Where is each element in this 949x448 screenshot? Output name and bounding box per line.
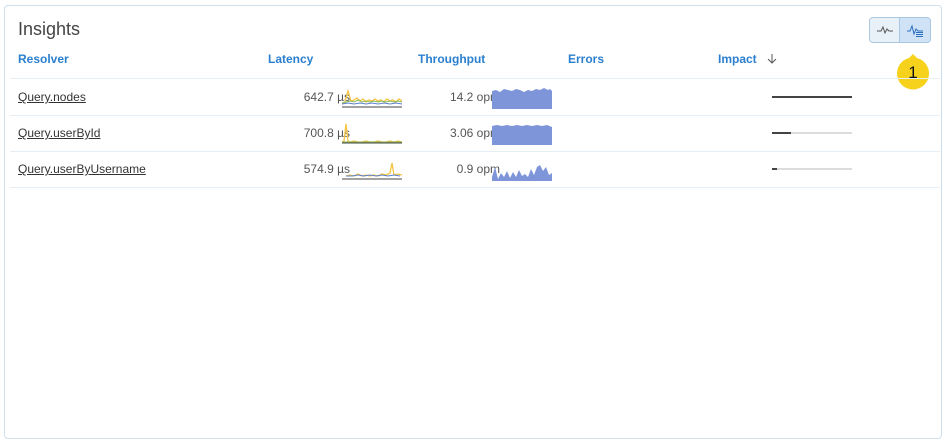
bar-sparkline-icon: [907, 24, 923, 37]
latency-sparkline: [342, 123, 402, 144]
column-header-errors[interactable]: Errors: [568, 52, 604, 66]
resolver-link[interactable]: Query.userByUsername: [18, 162, 146, 176]
impact-bar-fill: [772, 168, 777, 170]
column-header-impact-label: Impact: [718, 52, 757, 66]
column-header-impact[interactable]: Impact: [718, 52, 778, 66]
column-header-latency[interactable]: Latency: [268, 52, 313, 66]
bar-sparkline-view-button[interactable]: [900, 18, 930, 42]
table-row: Query.userById 700.8 µs 3.06 opm: [10, 115, 940, 152]
impact-bar: [772, 132, 852, 134]
impact-bar-fill: [772, 132, 792, 134]
impact-bar: [772, 96, 852, 98]
panel-title: Insights: [18, 19, 81, 39]
impact-bar: [772, 168, 852, 170]
resolver-link[interactable]: Query.userById: [18, 126, 100, 140]
latency-sparkline: [342, 162, 402, 180]
arrow-down-icon: [767, 54, 777, 64]
view-toggle: [869, 17, 931, 43]
table-row: Query.nodes 642.7 µs 14.2 opm: [10, 79, 940, 116]
table-row: Query.userByUsername 574.9 µs 0.9 opm: [10, 151, 940, 188]
impact-bar-fill: [772, 96, 852, 98]
insights-panel: Insights: [4, 5, 942, 439]
throughput-sparkline: [492, 125, 552, 145]
resolver-link[interactable]: Query.nodes: [18, 90, 86, 104]
column-header-throughput[interactable]: Throughput: [418, 52, 485, 66]
latency-sparkline: [342, 88, 402, 108]
throughput-sparkline: [492, 165, 552, 181]
sparkline-view-button[interactable]: [870, 18, 901, 42]
sparkline-icon: [876, 25, 893, 35]
throughput-sparkline: [492, 88, 552, 109]
column-header-resolver[interactable]: Resolver: [18, 52, 69, 66]
